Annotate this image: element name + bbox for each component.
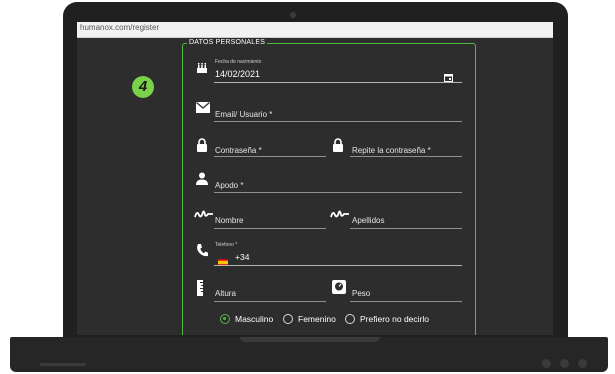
laptop-foot (40, 363, 86, 366)
birthdate-label: Fecha de nacimiento (215, 59, 262, 65)
email-underline (214, 121, 462, 122)
birthdate-field[interactable]: 14/02/2021 (215, 69, 260, 79)
email-field[interactable]: Email/ Usuario * (215, 110, 272, 119)
nickname-field[interactable]: Apodo * (215, 181, 243, 190)
url-text: humanox.com/register (80, 23, 160, 32)
password-repeat-field[interactable]: Repite la contraseña * (352, 146, 431, 155)
height-underline (214, 301, 326, 302)
ruler-icon (197, 280, 206, 301)
address-bar[interactable]: humanox.com/register (77, 22, 553, 38)
person-icon (196, 172, 208, 190)
nickname-underline (214, 192, 462, 193)
laptop-base (10, 337, 608, 372)
phone-label: Telefono * (215, 242, 238, 248)
last-name-field[interactable]: Apellidos (352, 216, 384, 225)
indicator-light (560, 359, 569, 368)
indicator-light (542, 359, 551, 368)
indicator-light (578, 359, 587, 368)
camera-icon (290, 12, 296, 18)
phone-underline (214, 265, 462, 266)
first-name-underline (214, 228, 326, 229)
birthdate-underline (214, 82, 462, 83)
spain-flag-icon[interactable] (218, 253, 228, 271)
gender-label-femenino[interactable]: Femenino (298, 314, 336, 324)
calendar-icon[interactable] (444, 69, 453, 87)
laptop-screen: humanox.com/register 4 DATOS PERSONALES … (77, 22, 553, 335)
last-name-underline (350, 228, 462, 229)
phone-icon (196, 243, 208, 262)
weight-underline (350, 301, 462, 302)
gender-label-prefiero-no-decirlo[interactable]: Prefiero no decirlo (360, 314, 429, 324)
step-badge: 4 (132, 76, 154, 98)
gender-label-masculino[interactable]: Masculino (235, 314, 273, 324)
signature-icon (330, 206, 350, 224)
password-field[interactable]: Contraseña * (215, 146, 262, 155)
password-underline (214, 156, 326, 157)
envelope-icon (196, 100, 210, 118)
lock-icon (196, 138, 208, 157)
gender-radio-prefiero-no-decirlo[interactable] (345, 314, 355, 324)
laptop-notch (240, 337, 380, 342)
height-field[interactable]: Altura (215, 289, 236, 298)
scale-icon (332, 280, 346, 299)
gender-radio-femenino[interactable] (283, 314, 293, 324)
weight-field[interactable]: Peso (352, 289, 370, 298)
section-title: DATOS PERSONALES (187, 39, 268, 46)
gender-radio-masculino[interactable] (220, 314, 230, 324)
signature-icon (194, 206, 214, 224)
lock-icon (332, 138, 344, 157)
password-repeat-underline (350, 156, 462, 157)
cake-icon (196, 61, 208, 79)
first-name-field[interactable]: Nombre (215, 216, 243, 225)
phone-field[interactable]: +34 (235, 252, 249, 262)
